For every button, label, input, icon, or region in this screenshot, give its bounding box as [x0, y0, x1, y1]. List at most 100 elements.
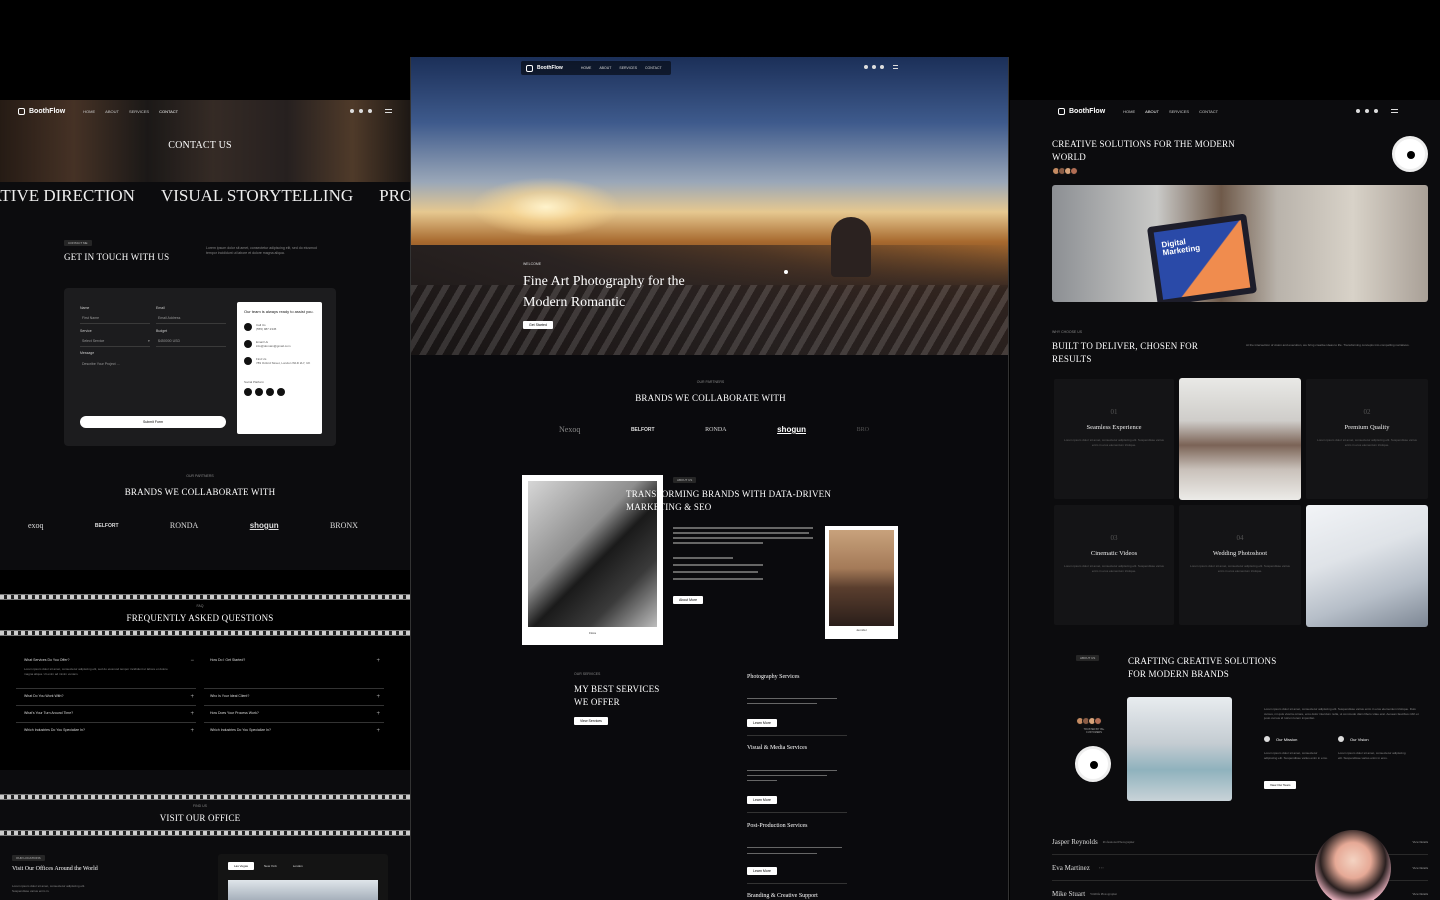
nav-home[interactable]: HOME — [83, 109, 95, 114]
facebook-icon[interactable] — [350, 109, 354, 113]
nav-contact[interactable]: CONTACT — [645, 66, 662, 70]
service-select[interactable]: Select Service — [82, 339, 104, 343]
linkedin-icon[interactable] — [266, 387, 274, 396]
nav-home[interactable]: HOME — [581, 66, 592, 70]
brand-name: BoothFlow — [29, 107, 66, 115]
menu-icon[interactable] — [385, 109, 392, 113]
about-title-line: MARKETING & SEO — [626, 502, 712, 513]
hero-title-line: CREATIVE SOLUTIONS FOR THE MODERN — [1052, 139, 1235, 149]
linkedin-icon[interactable] — [880, 65, 884, 69]
team-member-role: Professional Photographer — [1102, 839, 1135, 844]
brand-logo[interactable]: BoothFlow — [18, 107, 66, 115]
nav-services[interactable]: SERVICES — [619, 66, 637, 70]
phone-icon — [244, 322, 252, 331]
avatar-group — [1076, 717, 1102, 725]
name-input[interactable]: First Name — [82, 316, 99, 320]
nav-about[interactable]: ABOUT — [105, 109, 119, 114]
plus-icon: + — [190, 728, 194, 734]
avatar-group — [1052, 167, 1078, 175]
social-icons[interactable]: • • • — [1099, 866, 1104, 870]
learn-more-button[interactable]: Learn More — [747, 796, 777, 804]
brand-name[interactable]: BoothFlow — [537, 65, 563, 71]
camera-icon — [526, 64, 533, 72]
nav-contact[interactable]: CONTACT — [159, 109, 178, 114]
about-more-button[interactable]: About More — [673, 596, 704, 604]
center-navbar: BoothFlow HOME ABOUT SERVICES CONTACT — [521, 61, 671, 75]
facebook-icon[interactable] — [864, 65, 868, 69]
facebook-icon[interactable] — [244, 387, 252, 396]
budget-select[interactable]: $450000 USD — [158, 339, 180, 343]
brand-logos: Nexoq BELFORT RONDA shogun BRO — [559, 425, 869, 434]
twitter-icon[interactable] — [277, 387, 285, 396]
hero-title-line: Fine Art Photography for the — [523, 274, 685, 289]
nav-services[interactable]: SERVICES — [129, 109, 149, 114]
faq-question[interactable]: Which Industries Do You Specialize In? + — [24, 728, 194, 734]
menu-icon[interactable] — [893, 65, 898, 69]
instagram-icon[interactable] — [359, 109, 363, 113]
brand-logo-shogun: shogun — [249, 521, 279, 530]
linkedin-icon[interactable] — [1374, 109, 1378, 113]
target-icon — [1264, 736, 1270, 742]
call-value[interactable]: (555) 987 2345 — [256, 327, 276, 332]
film-strip — [0, 830, 410, 836]
plus-icon: + — [376, 711, 380, 717]
about-page-preview: BoothFlow HOME ABOUT SERVICES CONTACT CR… — [1010, 100, 1440, 900]
photo-caption: Jennifer — [856, 628, 867, 632]
services-title-line: WE OFFER — [574, 697, 620, 708]
nav-about[interactable]: ABOUT — [599, 66, 611, 70]
get-started-button[interactable]: Get Started — [523, 321, 553, 329]
why-title: BUILT TO DELIVER, CHOSEN FOR RESULTS — [1052, 340, 1198, 366]
faq-answer: Lorem ipsum dolor sit amet, consectetur … — [24, 667, 168, 676]
service-title: Post-Production Services — [747, 823, 808, 829]
team-meeting-image — [1179, 378, 1301, 500]
laptop-screen: Digital Marketing — [1146, 213, 1258, 302]
instagram-icon[interactable] — [1365, 109, 1369, 113]
learn-more-button[interactable]: Learn More — [747, 867, 777, 875]
brands-title: BRANDS WE COLLABORATE WITH — [635, 393, 786, 403]
about-title: CRAFTING CREATIVE SOLUTIONS FOR MODERN B… — [1128, 655, 1276, 681]
faq-question[interactable]: Who Is Your Ideal Client? + — [210, 694, 380, 700]
facebook-icon[interactable] — [1356, 109, 1360, 113]
faq-question[interactable]: How Does Your Process Work? + — [210, 711, 380, 717]
find-value: 789 Oxford Street, London W1D 2LY, UK — [256, 361, 311, 366]
email-input[interactable]: Email Address — [158, 316, 180, 320]
contact-form: Name First Name Email Email Address Serv… — [64, 288, 336, 446]
instagram-icon[interactable] — [872, 65, 876, 69]
tab-las-vegas[interactable]: Las Vegas — [228, 862, 255, 870]
why-tag: WHY CHOOSE US — [1052, 330, 1083, 334]
brand-name[interactable]: BoothFlow — [1069, 108, 1105, 115]
view-details-link[interactable]: View Details — [1412, 866, 1428, 870]
view-details-link[interactable]: View Details — [1412, 892, 1428, 896]
nav-services[interactable]: SERVICES — [1169, 109, 1189, 114]
faq-question[interactable]: What's Your Turn Around Time? + — [24, 711, 194, 717]
menu-icon[interactable] — [1391, 109, 1398, 113]
tab-new-york[interactable]: New York — [258, 862, 283, 870]
feature-title: Cinematic Videos — [1090, 550, 1138, 557]
name-label: Name — [80, 306, 90, 310]
slider-dot[interactable] — [784, 270, 788, 274]
message-textarea[interactable]: Describe Your Project ... — [82, 362, 120, 366]
plus-icon: + — [190, 694, 194, 700]
why-desc: At the intersection of vision and execut… — [1246, 343, 1410, 347]
view-services-button[interactable]: View Services — [574, 717, 608, 725]
faq-question[interactable]: What Services Do You Offer? − — [24, 658, 194, 664]
nav-about[interactable]: ABOUT — [1145, 109, 1159, 114]
view-team-button[interactable]: View Our Team — [1264, 781, 1297, 789]
view-details-link[interactable]: View Details — [1412, 840, 1428, 844]
submit-button[interactable]: Submit Form — [80, 416, 226, 428]
instagram-icon[interactable] — [255, 387, 263, 396]
faq-question[interactable]: Which Industries Do You Specialize In? + — [210, 728, 380, 734]
brands-tag: OUR PARTNERS — [696, 380, 725, 384]
marquee-item: VISUAL STORYTELLING — [160, 186, 354, 205]
linkedin-icon[interactable] — [368, 109, 372, 113]
faq-question[interactable]: What Do You Work With? + — [24, 694, 194, 700]
learn-more-button[interactable]: Learn More — [747, 719, 777, 727]
plus-icon: + — [376, 728, 380, 734]
nav-contact[interactable]: CONTACT — [1199, 109, 1218, 114]
avatar — [1094, 717, 1102, 725]
email-value[interactable]: info@domain@gmail.com — [256, 344, 290, 349]
tab-london[interactable]: London — [287, 862, 309, 870]
faq-question[interactable]: How Do I Get Started? + — [210, 658, 380, 664]
nav-home[interactable]: HOME — [1123, 109, 1135, 114]
hero-title: Fine Art Photography for the Modern Roma… — [523, 271, 685, 313]
